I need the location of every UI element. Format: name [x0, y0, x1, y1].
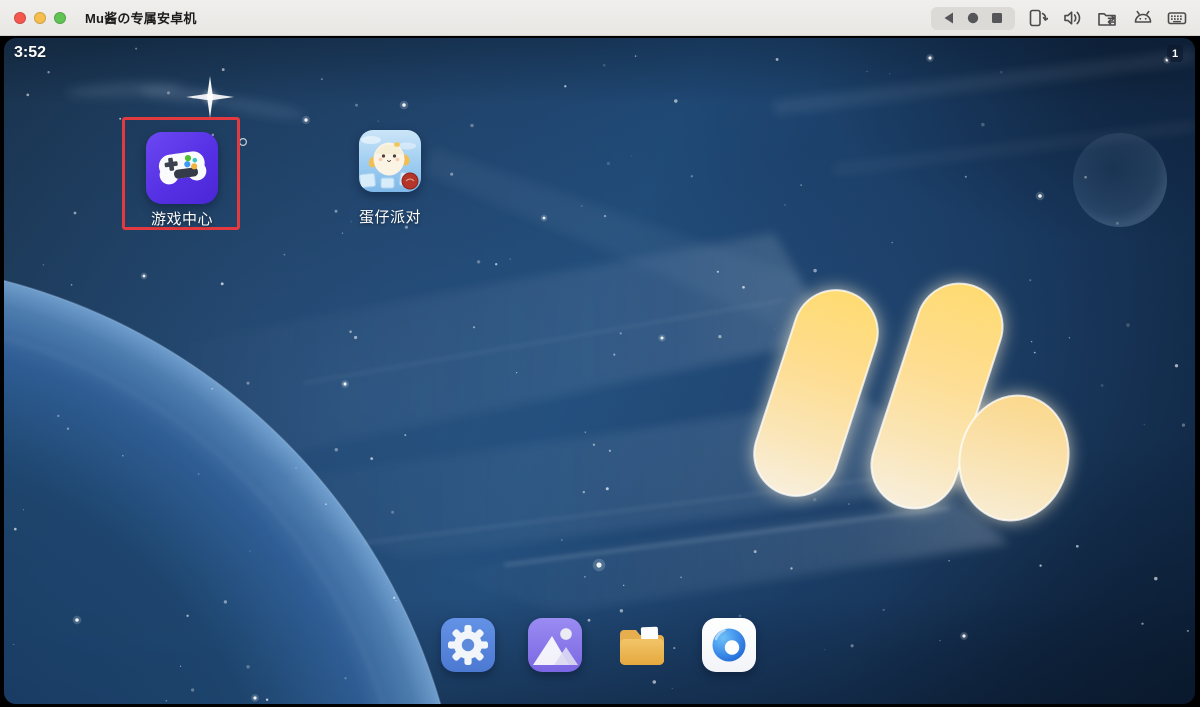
app-label: 蛋仔派对 [330, 206, 450, 227]
recents-button[interactable] [987, 8, 1007, 28]
home-icon [964, 9, 982, 27]
minimize-button[interactable] [34, 12, 46, 24]
emulator-window: Mu酱の专属安卓机 [0, 0, 1200, 707]
eggy-party-icon [359, 130, 421, 192]
titlebar: Mu酱の专属安卓机 [0, 0, 1200, 36]
volume-button[interactable] [1059, 5, 1085, 31]
android-icon [1131, 7, 1153, 29]
toolbar [931, 0, 1190, 36]
app-eggy-party[interactable]: 蛋仔派对 [330, 130, 450, 227]
page-indicator-badge: 1 [1167, 45, 1183, 62]
file-transfer-icon [1096, 7, 1118, 29]
app-label: 游戏中心 [122, 208, 242, 229]
recents-icon [988, 9, 1006, 27]
back-icon [940, 9, 958, 27]
gallery-icon[interactable] [528, 618, 582, 672]
app-game-center[interactable]: 游戏中心 [122, 132, 242, 229]
android-nav-group [931, 7, 1015, 30]
wallpaper: 3:52 1 [4, 38, 1195, 704]
status-bar: 3:52 1 [4, 38, 1195, 68]
volume-icon [1061, 7, 1083, 29]
browser-icon[interactable] [702, 618, 756, 672]
settings-icon[interactable] [441, 618, 495, 672]
close-button[interactable] [14, 12, 26, 24]
back-button[interactable] [939, 8, 959, 28]
home-button[interactable] [963, 8, 983, 28]
android-screen: 3:52 1 [0, 36, 1200, 707]
file-transfer-button[interactable] [1094, 5, 1120, 31]
android-button[interactable] [1129, 5, 1155, 31]
rotate-screen-button[interactable] [1024, 5, 1050, 31]
keyboard-icon [1166, 7, 1188, 29]
clock: 3:52 [14, 44, 46, 62]
planet-top-right [1073, 133, 1167, 227]
game-center-icon [146, 132, 218, 204]
keyboard-button[interactable] [1164, 5, 1190, 31]
dock [441, 618, 756, 672]
rotate-screen-icon [1026, 7, 1048, 29]
traffic-lights [0, 12, 66, 24]
window-title: Mu酱の专属安卓机 [85, 8, 197, 27]
files-icon[interactable] [615, 618, 669, 672]
zoom-button[interactable] [54, 12, 66, 24]
